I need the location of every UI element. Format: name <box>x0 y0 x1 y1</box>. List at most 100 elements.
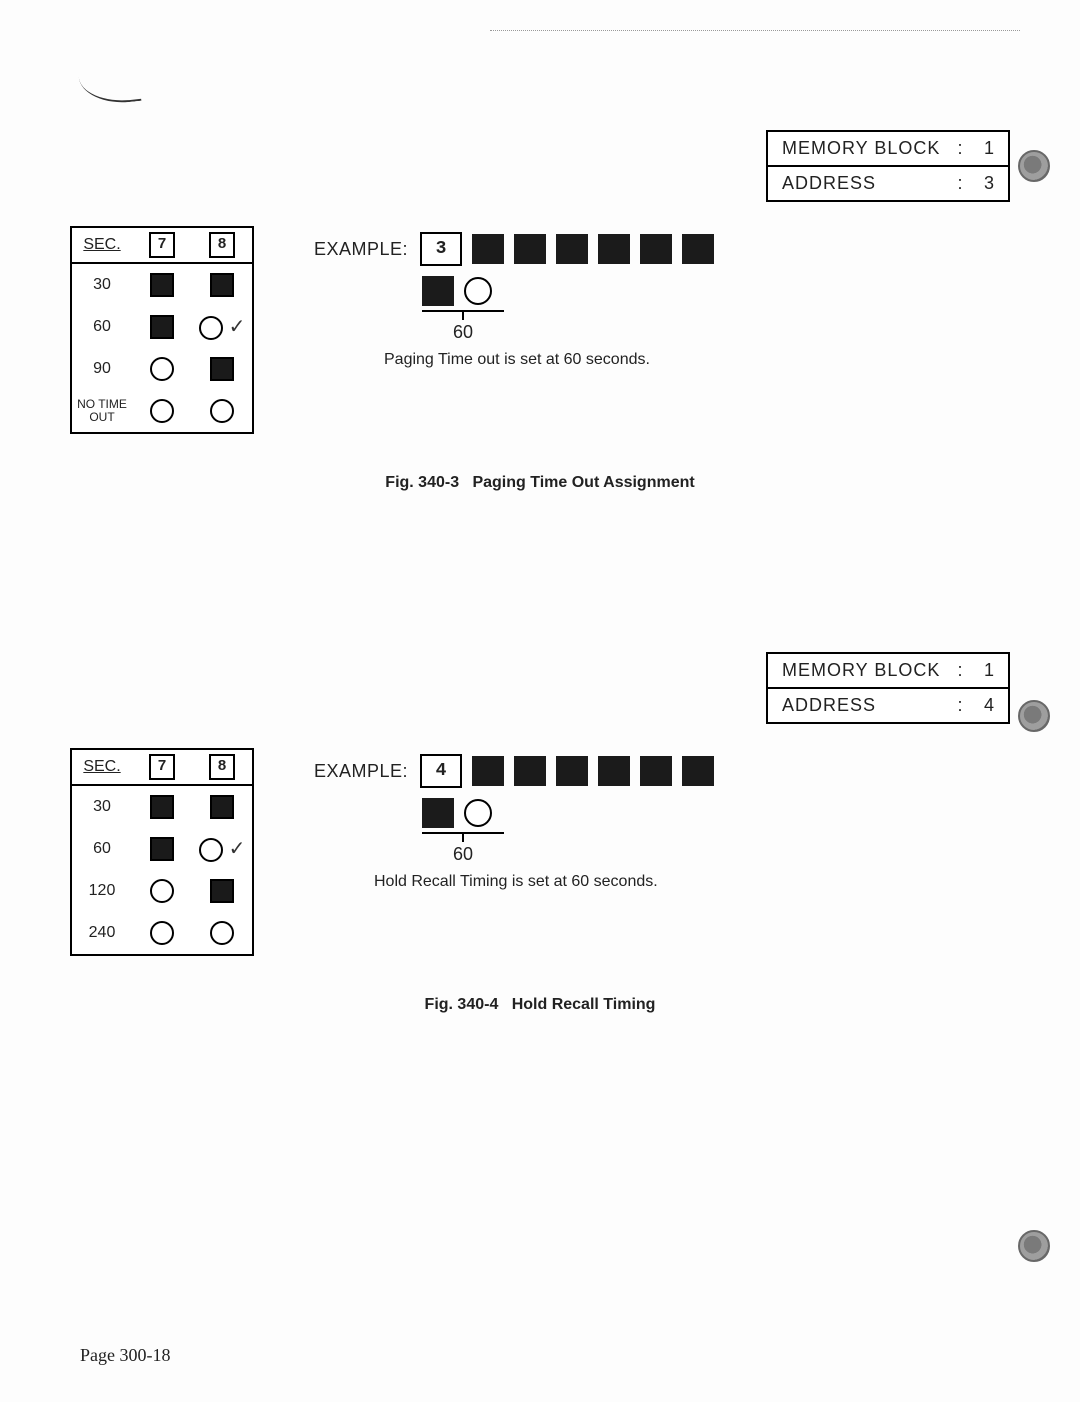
bit-open-icon <box>199 316 223 340</box>
sec-row: 120 <box>72 870 252 912</box>
sec-header-label: SEC. <box>72 754 132 780</box>
col-7: 7 <box>132 750 192 784</box>
display-blank <box>556 234 588 264</box>
address-row: ADDRESS : 3 <box>768 165 1008 200</box>
display-digit: 4 <box>420 754 462 788</box>
brace-icon <box>422 304 504 322</box>
address-row: ADDRESS : 4 <box>768 687 1008 722</box>
bit-filled-icon <box>210 879 234 903</box>
figure-caption: Fig. 340-3 Paging Time Out Assignment <box>70 474 1010 492</box>
example-block: EXAMPLE: 4 <box>314 754 714 891</box>
display-blank <box>556 756 588 786</box>
sec-row: NO TIME OUT <box>72 390 252 432</box>
memory-address-box: MEMORY BLOCK : 1 ADDRESS : 3 <box>766 130 1010 202</box>
address-label: ADDRESS <box>782 695 950 716</box>
sec-row-label: 30 <box>72 798 132 816</box>
bit-7 <box>132 273 192 297</box>
brace-row: 60 <box>422 306 714 343</box>
display-blank <box>514 234 546 264</box>
address-value: 3 <box>970 173 994 194</box>
figure-340-4: MEMORY BLOCK : 1 ADDRESS : 4 SEC. 7 8 <box>70 652 1010 1014</box>
example-annotation: 60 <box>422 322 504 343</box>
display-blank <box>598 756 630 786</box>
sec-body: 30 60 ✓ 90 NO TIME OU <box>72 264 252 432</box>
col-7: 7 <box>132 228 192 262</box>
bit-7 <box>132 315 192 339</box>
figure-title: Hold Recall Timing <box>512 996 656 1013</box>
memory-address-box: MEMORY BLOCK : 1 ADDRESS : 4 <box>766 652 1010 724</box>
example-note: Hold Recall Timing is set at 60 seconds. <box>374 873 714 891</box>
address-value: 4 <box>970 695 994 716</box>
colon: : <box>950 138 970 159</box>
hole-punch-icon <box>1018 150 1050 182</box>
bit-open-icon <box>150 879 174 903</box>
page-number: Page 300-18 <box>80 1345 170 1366</box>
memory-block-row: MEMORY BLOCK : 1 <box>768 654 1008 687</box>
hole-punch-icon <box>1018 1230 1050 1262</box>
col-8: 8 <box>192 228 252 262</box>
bit-filled-icon <box>150 795 174 819</box>
display-row: 4 <box>420 754 714 788</box>
colon: : <box>950 695 970 716</box>
example-label: EXAMPLE: <box>314 239 408 260</box>
bit-8: ✓ <box>192 314 252 341</box>
checkmark-icon: ✓ <box>229 836 246 861</box>
sec-row: 60 ✓ <box>72 828 252 870</box>
example-annotation: 60 <box>422 844 504 865</box>
bit-8 <box>192 273 252 297</box>
bit-filled-icon <box>210 273 234 297</box>
bit-open-icon <box>210 921 234 945</box>
bit-open-icon <box>199 838 223 862</box>
memory-block-label: MEMORY BLOCK <box>782 138 950 159</box>
bit-open-icon <box>464 277 492 305</box>
sec-row-label: NO TIME OUT <box>72 398 132 424</box>
display-digit: 3 <box>420 232 462 266</box>
display-blank <box>472 234 504 264</box>
digit-frame: 7 <box>149 232 175 258</box>
example-label: EXAMPLE: <box>314 761 408 782</box>
sec-table: SEC. 7 8 30 60 ✓ 120 <box>70 748 254 956</box>
display-blank <box>682 234 714 264</box>
bit-8 <box>192 357 252 381</box>
figure-id: Fig. 340-4 <box>425 996 499 1013</box>
display-blank <box>682 756 714 786</box>
sec-header: SEC. 7 8 <box>72 750 252 786</box>
bit-filled-icon <box>210 795 234 819</box>
display-digit-value: 4 <box>436 761 447 781</box>
bit-open-icon <box>150 357 174 381</box>
figure-340-3: MEMORY BLOCK : 1 ADDRESS : 3 SEC. 7 8 <box>70 130 1010 492</box>
page: MEMORY BLOCK : 1 ADDRESS : 3 SEC. 7 8 <box>0 0 1080 1402</box>
sec-row-label: 90 <box>72 360 132 378</box>
digit-frame: 8 <box>209 232 235 258</box>
sec-row-label: 60 <box>72 840 132 858</box>
display-blank <box>472 756 504 786</box>
sec-table: SEC. 7 8 30 60 ✓ 90 <box>70 226 254 434</box>
sec-row-label: 30 <box>72 276 132 294</box>
sec-body: 30 60 ✓ 120 240 <box>72 786 252 954</box>
sec-row-label: 120 <box>72 882 132 900</box>
example-block: EXAMPLE: 3 <box>314 232 714 369</box>
checkmark-icon: ✓ <box>229 314 246 339</box>
figure-id: Fig. 340-3 <box>385 474 459 491</box>
sec-row: 30 <box>72 786 252 828</box>
sec-row-label: 60 <box>72 318 132 336</box>
brace-icon <box>422 826 504 844</box>
bit-open-icon <box>210 399 234 423</box>
col-8: 8 <box>192 750 252 784</box>
display-blank <box>598 234 630 264</box>
sec-header-label: SEC. <box>72 232 132 258</box>
pen-mark <box>78 69 141 107</box>
bit-open-icon <box>464 799 492 827</box>
display-blank <box>640 234 672 264</box>
display-blank <box>514 756 546 786</box>
hole-punch-icon <box>1018 700 1050 732</box>
bit-filled-icon <box>150 837 174 861</box>
example-row: EXAMPLE: 3 <box>314 232 714 266</box>
example-subrow <box>422 276 714 306</box>
digit-frame: 8 <box>209 754 235 780</box>
sec-row: 60 ✓ <box>72 306 252 348</box>
display-row: 3 <box>420 232 714 266</box>
colon: : <box>950 173 970 194</box>
bit-filled-icon <box>150 315 174 339</box>
bit-filled-icon <box>150 273 174 297</box>
